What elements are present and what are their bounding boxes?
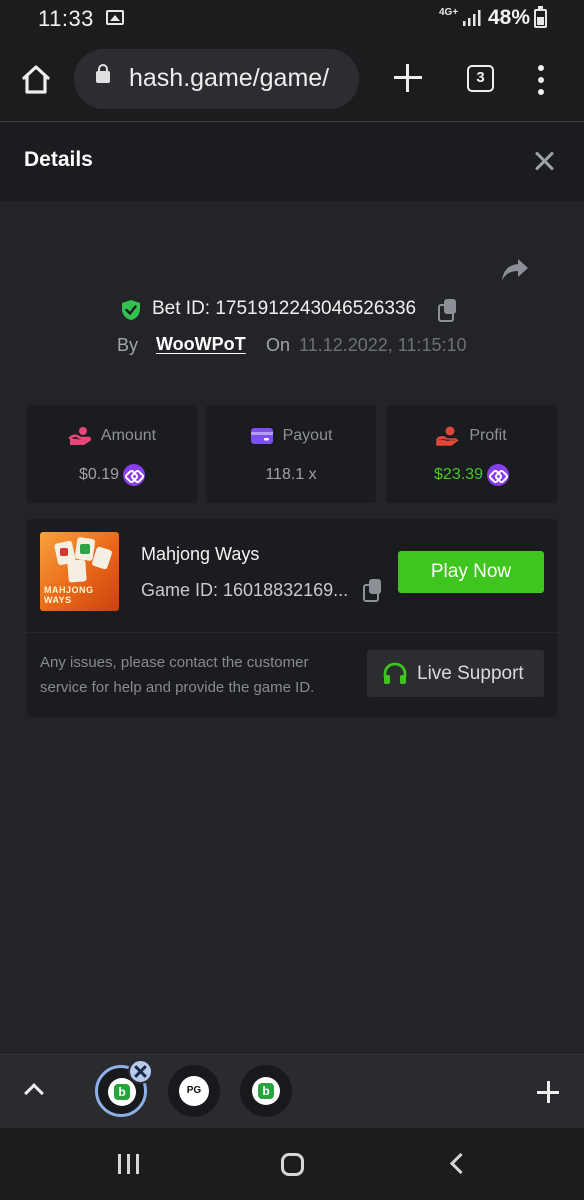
- game-id: Game ID: 16018832169...: [141, 580, 349, 600]
- live-support-button[interactable]: Live Support: [367, 650, 544, 697]
- profit-card: Profit $23.39: [386, 405, 557, 503]
- tab-bc-game[interactable]: b: [240, 1065, 292, 1117]
- profit-icon: [436, 426, 459, 446]
- amount-card: Amount $0.19: [27, 405, 197, 503]
- details-header: Details: [0, 123, 584, 201]
- home-icon[interactable]: [16, 60, 56, 100]
- coin-icon: [123, 464, 146, 486]
- pg-logo-icon: PG: [179, 1076, 209, 1106]
- status-bar: 11:33 4G+ 48%: [0, 0, 584, 40]
- game-name: Mahjong Ways: [141, 544, 260, 564]
- close-tab-icon[interactable]: [128, 1059, 153, 1084]
- chevron-up-icon[interactable]: [24, 1083, 44, 1103]
- home-nav-icon[interactable]: [281, 1153, 304, 1176]
- url-text[interactable]: hash.game/game/: [129, 64, 329, 93]
- bet-date: 11.12.2022, 11:15:10: [299, 335, 467, 355]
- browser-toolbar: hash.game/game/ 3: [0, 40, 584, 122]
- address-bar[interactable]: hash.game/game/: [74, 49, 359, 109]
- shield-check-icon: [122, 300, 140, 320]
- profit-label: Profit: [469, 427, 507, 444]
- payout-label: Payout: [282, 427, 333, 444]
- profit-value: $23.39: [434, 466, 483, 483]
- amount-value: $0.19: [78, 466, 120, 483]
- payout-value: 118.1 x: [265, 466, 317, 483]
- play-now-button[interactable]: Play Now: [398, 551, 544, 593]
- new-tab-button[interactable]: [394, 64, 422, 92]
- game-card: MAHJONG WAYS Mahjong Ways Game ID: 16018…: [27, 519, 557, 717]
- system-nav-bar: [0, 1128, 584, 1200]
- tab-pg[interactable]: PG: [168, 1065, 220, 1117]
- share-icon[interactable]: [500, 256, 530, 284]
- amount-icon: [68, 427, 91, 445]
- page-title: Details: [24, 148, 93, 171]
- network-type: 4G+: [439, 7, 459, 18]
- by-row: By WooWPoT On 11.12.2022, 11:15:10: [0, 333, 584, 359]
- coin-icon: [486, 464, 509, 486]
- recent-apps-icon[interactable]: [118, 1154, 141, 1174]
- add-tab-button[interactable]: [537, 1081, 559, 1103]
- on-label: On: [266, 335, 291, 355]
- bc-logo-icon: b: [252, 1077, 280, 1105]
- wallet-icon: [250, 428, 273, 444]
- tab-strip: b PG b: [0, 1054, 584, 1128]
- back-icon[interactable]: [449, 1152, 472, 1175]
- copy-icon[interactable]: [363, 579, 383, 602]
- bet-id: Bet ID: 1751912243046526336: [152, 298, 417, 319]
- signal-icon: [463, 10, 481, 26]
- thumbnail-text: MAHJONG WAYS: [44, 585, 94, 605]
- amount-label: Amount: [100, 427, 157, 444]
- bet-id-row: Bet ID: 1751912243046526336: [0, 297, 584, 323]
- by-label: By: [117, 335, 139, 355]
- payout-card: Payout 118.1 x: [206, 405, 376, 503]
- help-text: Any issues, please contact the customer …: [40, 654, 315, 696]
- copy-icon[interactable]: [438, 299, 458, 322]
- username-link[interactable]: WooWPoT: [156, 334, 246, 355]
- live-support-label: Live Support: [417, 663, 524, 684]
- status-time: 11:33: [38, 6, 94, 31]
- divider: [27, 632, 557, 633]
- close-icon[interactable]: [534, 151, 554, 171]
- tabs-button[interactable]: 3: [467, 65, 494, 92]
- bc-logo-icon: b: [108, 1078, 136, 1106]
- more-icon[interactable]: [536, 65, 546, 95]
- game-thumbnail[interactable]: MAHJONG WAYS: [40, 532, 119, 611]
- gallery-icon: [106, 10, 124, 25]
- battery-icon: [534, 6, 547, 28]
- lock-icon: [96, 64, 110, 83]
- headset-icon: [383, 662, 407, 684]
- battery-percent: 48%: [488, 6, 531, 29]
